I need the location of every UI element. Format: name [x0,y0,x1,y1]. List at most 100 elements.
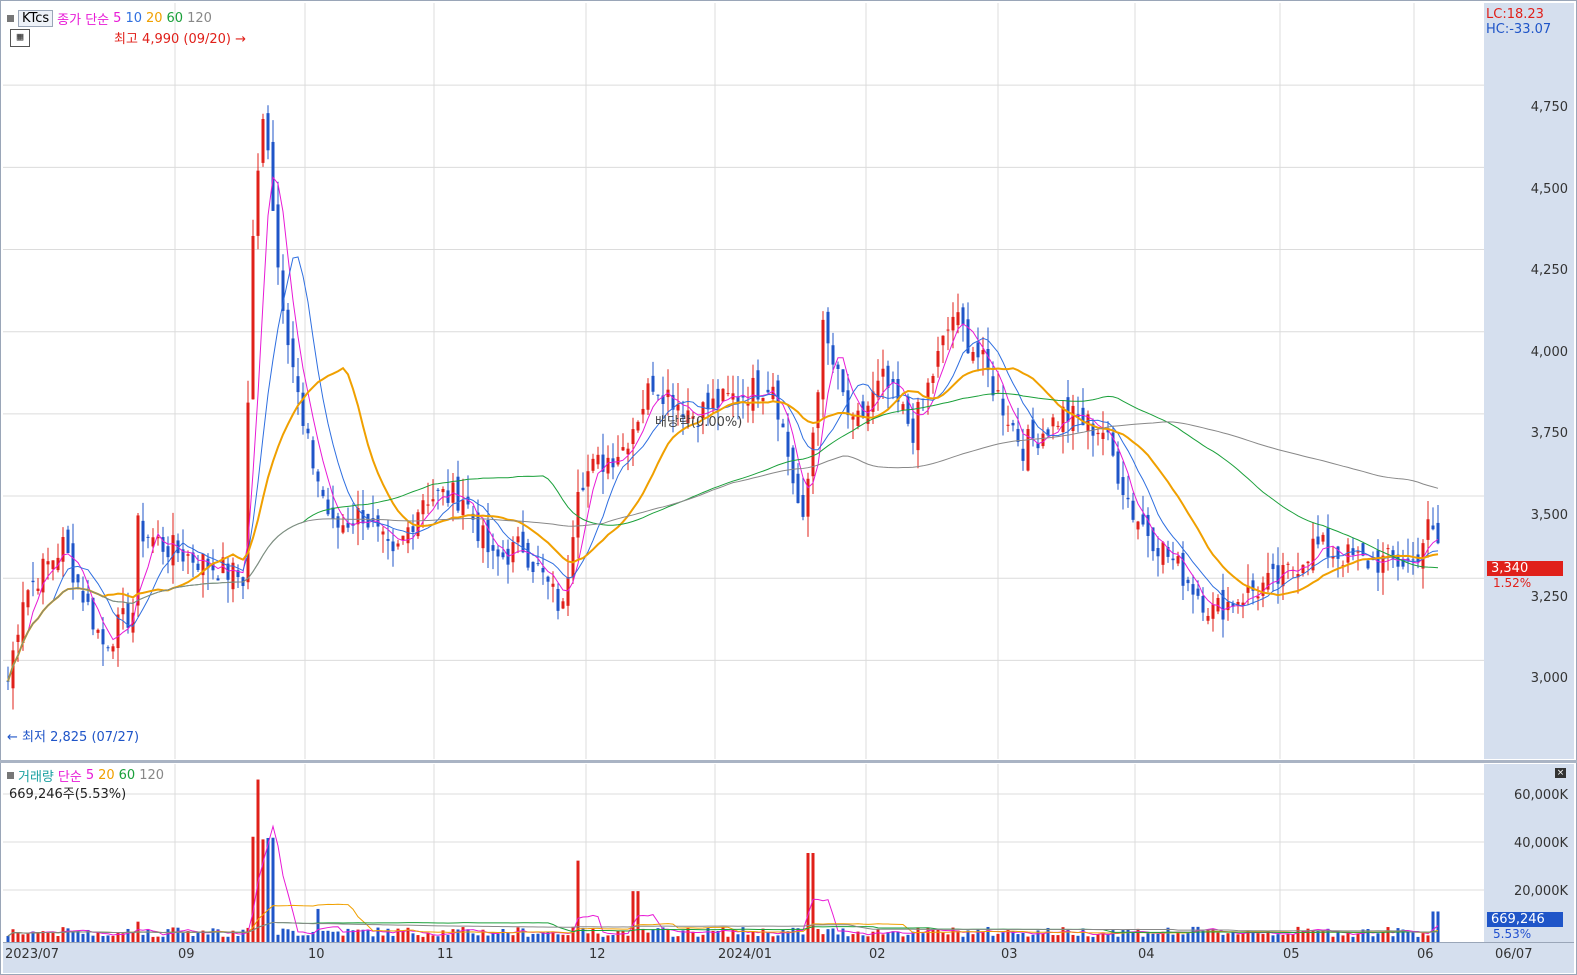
volume-bar [1136,928,1140,942]
candle-body [801,495,805,517]
candle-body [786,431,790,457]
volume-bar [1381,931,1385,942]
candle-body [761,397,765,402]
date-label: 02 [869,947,886,962]
grid-settings-icon[interactable]: ▦ [10,29,30,47]
candle-body [976,342,980,358]
candle-body [881,368,885,377]
hc-label: HC:-33.07 [1486,22,1552,37]
volume-bar [566,935,570,942]
volume-bar [1016,934,1020,942]
candle-body [791,447,795,484]
candle-body [831,345,835,365]
price-chart-svg[interactable] [3,3,1484,759]
candle-body [441,489,445,493]
candle-body [611,458,615,468]
candle-body [606,457,610,474]
date-label: 11 [437,947,454,962]
volume-bar [751,931,755,942]
close-pane-icon[interactable]: × [1555,768,1566,778]
candle-body [1056,425,1060,427]
candle-body [266,113,270,151]
candle-body [321,489,325,497]
price-tick: 4,500 [1530,182,1568,197]
volume-bar [701,934,705,942]
volume-bar [881,934,885,942]
candle-body [291,338,295,368]
volume-chart-pane[interactable]: 거래량 단순 5 20 60 120 669,246주(5.53%) [3,764,1484,942]
volume-bar [1191,926,1195,942]
volume-axis: × 60,000K 40,000K 20,000K 669,246 5.53% [1484,764,1574,942]
volume-bar [1221,934,1225,942]
candle-body [186,554,190,556]
volume-bar [616,930,620,942]
price-axis: LC:18.23 HC:-33.07 4,750 4,500 4,250 4,0… [1484,3,1574,759]
last-change-label: 1.52% [1493,576,1532,590]
candle-body [1256,596,1260,599]
candle-body [931,375,935,383]
candle-body [1031,419,1035,439]
candle-body [941,335,945,346]
pane-separator[interactable] [0,760,1577,763]
candle-body [716,388,720,409]
volume-bar [896,931,900,942]
candle-body [926,382,930,399]
candle-body [71,543,75,583]
candle-body [1016,428,1020,442]
candle-body [711,398,715,409]
candle-body [421,500,425,515]
volume-bar [931,929,935,942]
candle-body [381,531,385,535]
volume-bar [1356,933,1360,942]
volume-bar [1196,926,1200,942]
candle-body [366,513,370,528]
volume-bar [1236,934,1240,942]
volume-bar [361,929,365,942]
volume-bar [11,929,15,942]
candle-body [116,614,120,649]
volume-chart-svg[interactable] [3,764,1484,942]
candle-body [1116,451,1120,484]
candle-body [1301,564,1305,574]
volume-bar [1386,927,1390,942]
candle-body [66,529,70,554]
volume-bar [1361,929,1365,942]
volume-bar [511,935,515,942]
candle-body [31,580,35,583]
volume-bar [321,930,325,942]
candle-body [1201,596,1205,613]
price-tick: 3,500 [1530,508,1568,523]
price-chart-pane[interactable]: KTcs 종가 단순 5 10 20 60 120 ▦ 최고 4,990 (09… [3,3,1484,759]
candle-body [1356,551,1360,553]
volume-ma5-line [7,824,1439,937]
volume-bar [621,930,625,942]
candle-body [361,510,365,524]
volume-bar [26,933,30,942]
candle-body [991,376,995,396]
volume-tick: 60,000K [1513,788,1568,803]
volume-bar [496,933,500,942]
volume-bar [1046,927,1050,942]
volume-bar [631,891,635,942]
volume-bar [376,927,380,942]
candle-body [1321,534,1325,542]
candle-body [1041,433,1045,447]
volume-bar [1226,933,1230,942]
volume-bar [1281,934,1285,942]
volume-bar [746,934,750,942]
legend-ma10: 10 [125,11,142,26]
candle-body [251,235,255,400]
candle-body [516,536,520,543]
volume-bar [611,935,615,942]
volume-bar [531,933,535,942]
date-label: 06/07 [1495,947,1533,962]
ticker-label[interactable]: KTcs [18,10,54,27]
candle-body [596,454,600,465]
volume-bar [1251,931,1255,942]
candle-body [1306,561,1310,564]
volume-bar [61,927,65,942]
volume-bar [506,932,510,942]
volume-bar [1041,933,1045,942]
legend-ma120: 120 [187,11,212,26]
candle-body [1141,514,1145,525]
